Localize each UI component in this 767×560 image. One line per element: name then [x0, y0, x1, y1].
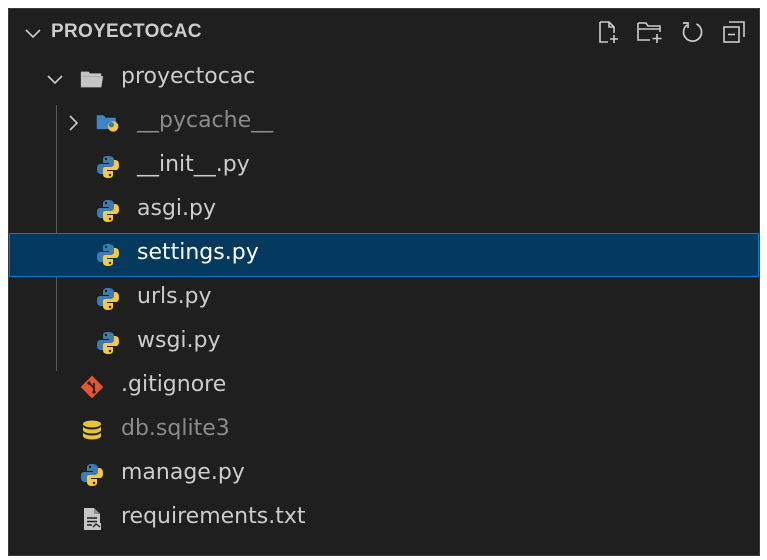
folder-open-icon [79, 66, 105, 92]
new-folder-icon [637, 22, 662, 43]
python-icon [95, 198, 121, 224]
git-icon [79, 374, 105, 400]
new-folder-button[interactable] [635, 17, 665, 47]
refresh-icon [682, 22, 703, 42]
collapse-all-icon [723, 21, 745, 43]
chevron-right-icon[interactable] [63, 113, 83, 133]
text-file-icon [79, 506, 105, 532]
tree-item-label: proyectocac [121, 64, 256, 89]
tree-item-asgi-py[interactable]: asgi.py [9, 189, 759, 233]
chevron-down-icon[interactable] [45, 69, 65, 89]
database-icon [79, 418, 105, 444]
python-icon [95, 242, 121, 268]
tree-item-wsgi-py[interactable]: wsgi.py [9, 321, 759, 365]
tree-item-label: db.sqlite3 [121, 416, 230, 441]
tree-item-init-py[interactable]: __init__.py [9, 145, 759, 189]
python-folder-icon [95, 110, 121, 136]
explorer-header[interactable]: PROYECTOCAC [9, 9, 759, 55]
explorer-panel: PROYECTOCAC proyectocac __pycache__ __in… [8, 8, 760, 556]
tree-item-gitignore[interactable]: .gitignore [9, 365, 759, 409]
tree-item-settings-py[interactable]: settings.py [9, 233, 759, 277]
tree-item-pycache-folder[interactable]: __pycache__ [9, 101, 759, 145]
tree-item-label: manage.py [121, 460, 245, 485]
tree-item-label: wsgi.py [137, 328, 221, 353]
python-icon [95, 330, 121, 356]
tree-item-proyectocac-folder[interactable]: proyectocac [9, 57, 759, 101]
tree-item-label: .gitignore [121, 372, 227, 397]
tree-item-label: requirements.txt [121, 504, 306, 529]
python-icon [79, 462, 105, 488]
python-icon [95, 286, 121, 312]
tree-item-label: asgi.py [137, 196, 216, 221]
refresh-button[interactable] [677, 17, 707, 47]
tree-item-manage-py[interactable]: manage.py [9, 453, 759, 497]
tree-item-requirements-txt[interactable]: requirements.txt [9, 497, 759, 541]
collapse-all-button[interactable] [719, 17, 749, 47]
tree-item-db-sqlite3[interactable]: db.sqlite3 [9, 409, 759, 453]
chevron-down-icon[interactable] [23, 23, 43, 43]
tree-item-label: settings.py [137, 240, 259, 265]
new-file-button[interactable] [593, 17, 623, 47]
tree-item-label: urls.py [137, 284, 212, 309]
tree-item-label: __init__.py [137, 152, 250, 177]
tree-item-label: __pycache__ [137, 108, 274, 133]
explorer-actions [593, 17, 749, 47]
tree-item-urls-py[interactable]: urls.py [9, 277, 759, 321]
new-file-icon [599, 21, 618, 43]
explorer-title: PROYECTOCAC [51, 21, 202, 42]
python-icon [95, 154, 121, 180]
